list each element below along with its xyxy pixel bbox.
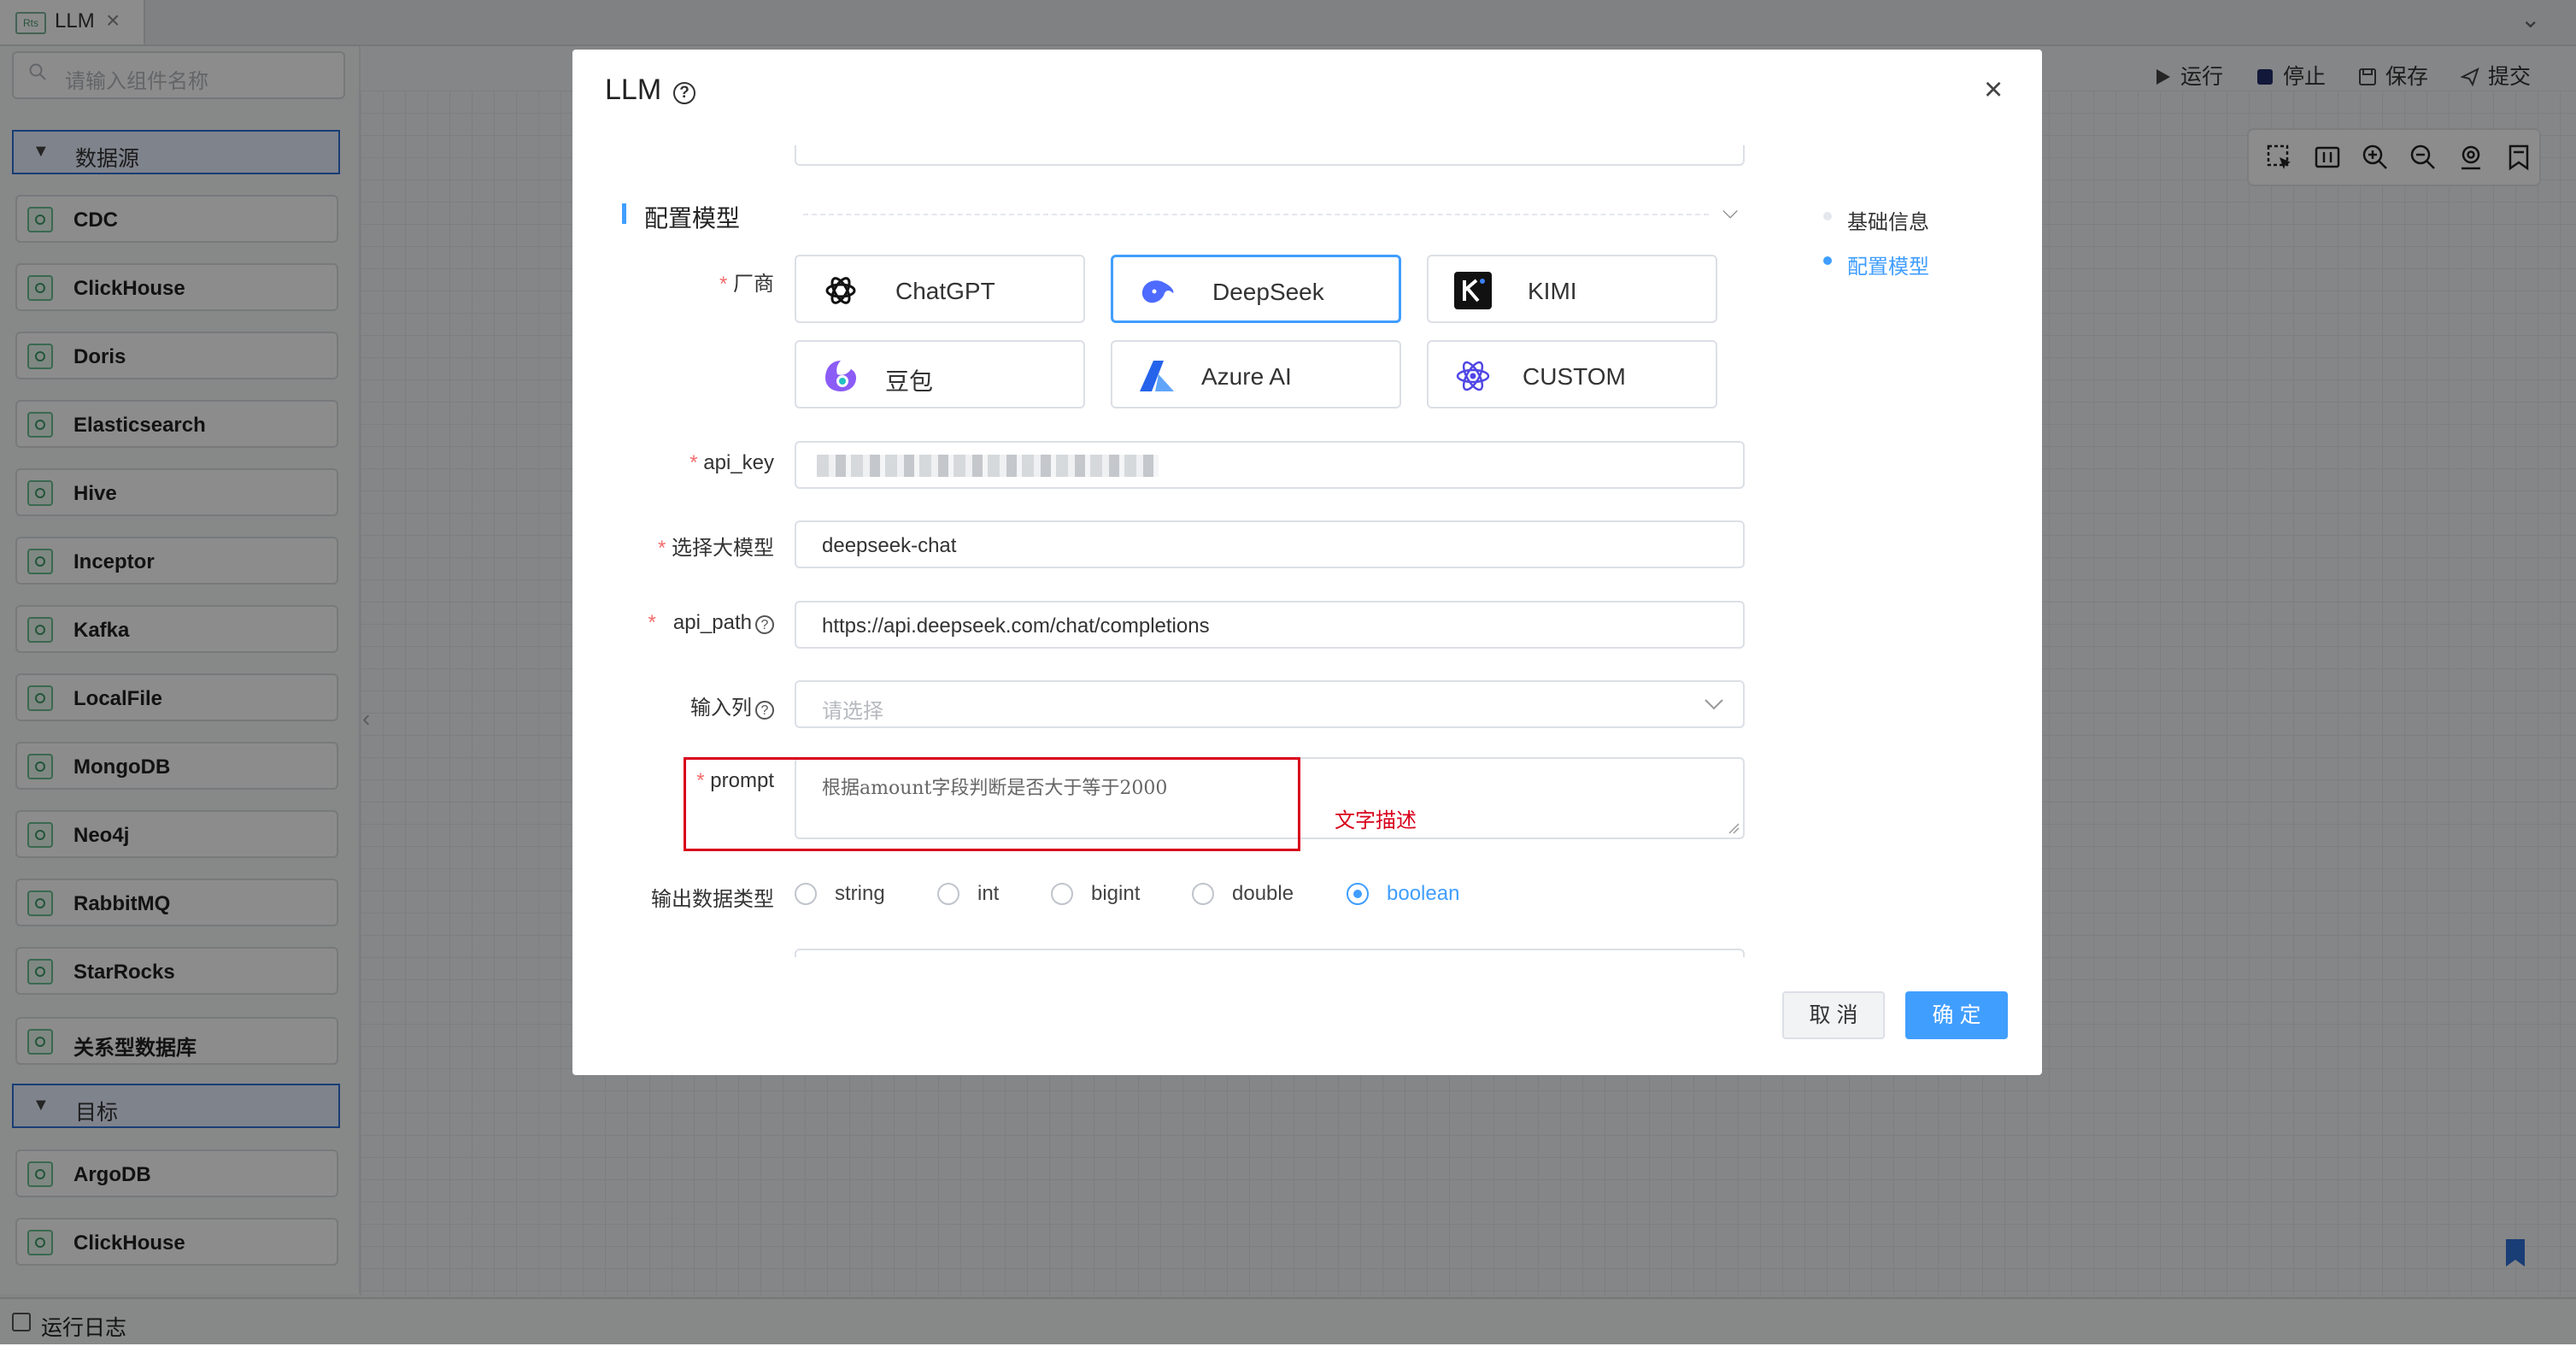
vendor-name: DeepSeek — [1212, 279, 1324, 305]
chevron-down-icon — [1705, 699, 1723, 710]
api-path-label: * api_path? — [632, 611, 774, 635]
atom-icon — [1456, 361, 1490, 391]
scrolled-field-edge — [795, 949, 1745, 957]
radio-bigint[interactable] — [1051, 883, 1073, 905]
vendor-kimi[interactable]: KIMI — [1427, 255, 1717, 323]
radio-label-double[interactable]: double — [1232, 882, 1294, 906]
radio-label-string[interactable]: string — [835, 882, 885, 906]
vendor-chatgpt[interactable]: ChatGPT — [795, 255, 1085, 323]
input-col-placeholder: 请选择 — [822, 700, 883, 723]
vendor-name: Azure AI — [1201, 363, 1292, 390]
radio-label-bigint[interactable]: bigint — [1091, 882, 1140, 906]
section-title: 配置模型 — [644, 205, 741, 232]
input-col-select[interactable]: 请选择 — [795, 680, 1745, 728]
api-path-input[interactable]: https://api.deepseek.com/chat/completion… — [795, 601, 1745, 649]
radio-label-boolean[interactable]: boolean — [1387, 882, 1459, 906]
vendor-name: KIMI — [1528, 278, 1577, 304]
deepseek-whale-icon — [1141, 280, 1174, 303]
chevron-down-icon[interactable]: ⌵ — [1722, 200, 1738, 224]
resize-handle-icon[interactable] — [1728, 822, 1740, 834]
model-input[interactable]: deepseek-chat — [795, 520, 1745, 568]
api-key-label: * api_key — [689, 451, 774, 474]
highlight-box — [684, 757, 1300, 851]
close-icon[interactable]: × — [1984, 72, 2003, 109]
api-key-input[interactable] — [795, 441, 1745, 489]
anchor-basic-info[interactable]: 基础信息 — [1847, 205, 1929, 235]
vendor-custom[interactable]: CUSTOM — [1427, 340, 1717, 409]
model-label: * 选择大模型 — [657, 537, 774, 560]
vendor-doubao[interactable]: 豆包 — [795, 340, 1085, 409]
vendor-name: ChatGPT — [895, 278, 995, 304]
radio-string[interactable] — [795, 883, 817, 905]
cancel-button[interactable]: 取 消 — [1782, 991, 1885, 1039]
kimi-icon — [1454, 272, 1492, 309]
input-col-label: 输入列? — [632, 691, 774, 720]
help-icon[interactable]: ? — [673, 82, 695, 104]
output-type-label: 输出数据类型 — [651, 888, 774, 911]
help-icon[interactable]: ? — [755, 701, 774, 720]
vendor-label: * 厂商 — [719, 273, 774, 296]
anchor-dot-active — [1823, 256, 1832, 265]
help-icon[interactable]: ? — [755, 615, 774, 634]
vendor-azure-ai[interactable]: Azure AI — [1111, 340, 1401, 409]
radio-double[interactable] — [1192, 883, 1214, 905]
azure-icon — [1140, 361, 1174, 391]
vendor-name: 豆包 — [885, 368, 934, 395]
anchor-dot — [1823, 212, 1832, 220]
confirm-button[interactable]: 确 定 — [1905, 991, 2008, 1039]
model-value: deepseek-chat — [822, 534, 957, 557]
section-divider — [803, 214, 1709, 215]
vendor-name: CUSTOM — [1523, 363, 1626, 390]
masked-api-key — [817, 455, 1159, 477]
vendor-deepseek[interactable]: DeepSeek — [1111, 255, 1401, 323]
api-path-value: https://api.deepseek.com/chat/completion… — [822, 614, 1210, 638]
openai-icon — [825, 277, 856, 304]
doubao-icon — [825, 361, 856, 391]
scrolled-field-edge — [795, 145, 1745, 166]
radio-label-int[interactable]: int — [977, 882, 999, 906]
dialog-title: LLM — [605, 73, 662, 106]
radio-boolean[interactable] — [1347, 883, 1369, 905]
section-accent — [622, 203, 626, 224]
radio-int[interactable] — [937, 883, 959, 905]
anchor-config-model[interactable]: 配置模型 — [1847, 250, 1929, 279]
annotation-text: 文字描述 — [1335, 809, 1417, 832]
